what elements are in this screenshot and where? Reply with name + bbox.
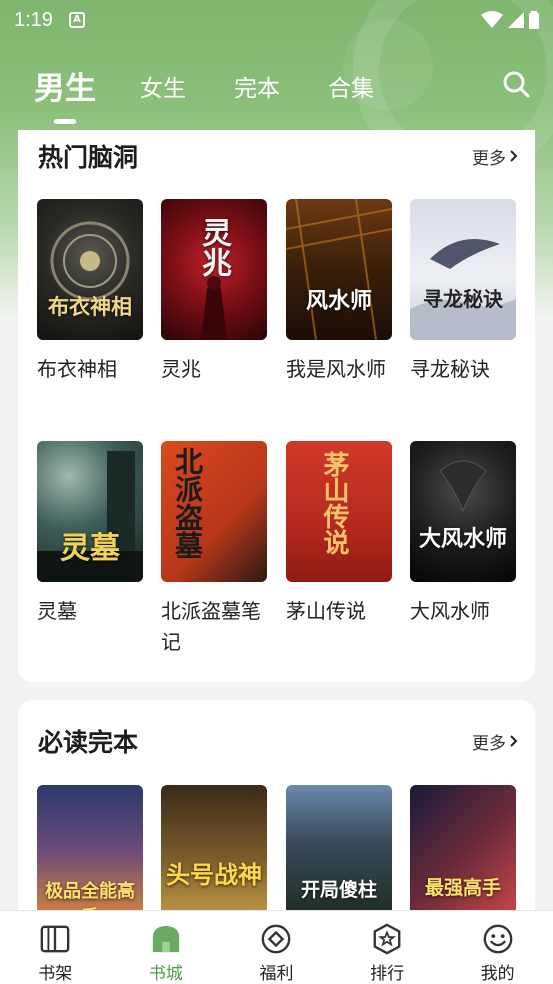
cover-text: 头号战神	[166, 860, 262, 889]
cover-art	[410, 239, 516, 340]
cover-text: 灵墓	[60, 531, 120, 566]
wifi-icon	[481, 11, 503, 28]
nav-bookshelf[interactable]: 书架	[0, 911, 111, 984]
book-item[interactable]: 北派盗墓 北派盗墓笔记	[161, 441, 269, 658]
nav-bookstore[interactable]: 书城	[111, 911, 222, 984]
cover-art	[439, 460, 487, 513]
nav-label: 书架	[38, 964, 73, 984]
status-bar: 1:19 A	[0, 0, 553, 40]
book-item[interactable]: 最强高手	[410, 785, 518, 926]
cover-text: 灵兆	[196, 217, 231, 277]
book-item[interactable]: 灵兆 灵兆	[161, 199, 269, 385]
book-cover: 开局傻柱	[286, 785, 392, 926]
cover-text: 茅山传说	[319, 451, 349, 555]
section-header: 热门脑洞 更多	[38, 136, 519, 176]
book-item[interactable]: 灵墓 灵墓	[37, 441, 145, 627]
tab-collections[interactable]: 合集	[328, 55, 374, 103]
tab-label: 女生	[140, 76, 186, 102]
cover-art	[286, 199, 392, 340]
book-open-icon	[40, 925, 70, 953]
search-icon[interactable]	[501, 69, 531, 99]
book-cover: 头号战神	[161, 785, 267, 926]
book-cover: 灵墓	[37, 441, 143, 582]
section-title: 热门脑洞	[38, 143, 139, 172]
signal-icon	[508, 12, 524, 28]
active-tab-indicator	[54, 119, 76, 124]
book-cover: 茅山传说	[286, 441, 392, 582]
book-item[interactable]: 布衣神相 布衣神相	[37, 199, 145, 385]
nav-ranking[interactable]: 排行	[332, 911, 443, 984]
tab-label: 完本	[234, 76, 280, 102]
nav-label: 排行	[370, 964, 405, 984]
cover-text: 寻龙秘诀	[423, 287, 503, 311]
book-cover: 寻龙秘诀	[410, 199, 516, 340]
cover-text: 北派盗墓	[171, 447, 204, 559]
cover-text: 风水师	[305, 288, 372, 314]
book-item[interactable]: 茅山传说 茅山传说	[286, 441, 394, 627]
section-title: 必读完本	[38, 728, 139, 757]
battery-icon	[529, 11, 539, 29]
bottom-navigation: 书架 书城 福利 排行 我的	[0, 910, 553, 984]
tab-label: 合集	[328, 76, 374, 102]
more-label: 更多	[472, 733, 506, 754]
book-item[interactable]: 头号战神	[161, 785, 269, 926]
tab-female[interactable]: 女生	[140, 55, 186, 103]
book-cover: 北派盗墓	[161, 441, 267, 582]
book-title: 寻龙秘诀	[410, 357, 490, 381]
book-title: 大风水师	[410, 599, 490, 623]
chevron-right-icon	[510, 735, 518, 747]
book-title: 北派盗墓笔记	[161, 599, 261, 654]
smiley-icon	[483, 924, 513, 954]
cover-text: 布衣神相	[48, 294, 132, 319]
book-cover: 灵兆	[161, 199, 267, 340]
book-cover: 大风水师	[410, 441, 516, 582]
book-item[interactable]: 极品全能高手	[37, 785, 145, 926]
book-title: 灵墓	[37, 599, 77, 623]
status-time: 1:19	[14, 8, 53, 31]
gift-diamond-icon	[262, 924, 291, 954]
tab-label: 男生	[34, 71, 96, 107]
cover-text: 最强高手	[424, 877, 501, 899]
book-title: 灵兆	[161, 357, 201, 381]
tab-completed[interactable]: 完本	[234, 55, 280, 103]
star-badge-icon	[373, 923, 401, 955]
book-cover: 极品全能高手	[37, 785, 143, 926]
book-title: 布衣神相	[37, 357, 117, 381]
book-cover: 风水师	[286, 199, 392, 340]
book-item[interactable]: 大风水师 大风水师	[410, 441, 518, 627]
nav-label: 福利	[259, 964, 294, 984]
category-tabs: 男生 女生 完本 合集	[0, 55, 553, 125]
cover-text: 开局傻柱	[300, 879, 377, 901]
book-item[interactable]: 开局傻柱	[286, 785, 394, 926]
chevron-right-icon	[510, 150, 518, 162]
nav-welfare[interactable]: 福利	[221, 911, 332, 984]
more-label: 更多	[472, 148, 506, 169]
home-icon	[152, 925, 180, 953]
book-cover: 最强高手	[410, 785, 516, 926]
cover-text: 大风水师	[418, 526, 507, 552]
nav-label: 我的	[480, 964, 515, 984]
book-cover: 布衣神相	[37, 199, 143, 340]
book-item[interactable]: 寻龙秘诀 寻龙秘诀	[410, 199, 518, 385]
book-title: 我是风水师	[286, 357, 386, 381]
nav-profile[interactable]: 我的	[442, 911, 553, 984]
more-link[interactable]: 更多	[472, 144, 519, 169]
book-item[interactable]: 风水师 我是风水师	[286, 199, 394, 385]
more-link[interactable]: 更多	[472, 729, 519, 754]
nav-label: 书城	[148, 964, 183, 984]
tab-male[interactable]: 男生	[34, 55, 96, 124]
notification-icon: A	[68, 12, 85, 28]
book-title: 茅山传说	[286, 599, 366, 623]
hot-section-card: 热门脑洞 更多 布衣神相 布衣神相 灵兆 灵兆 风水师 我是风水师 寻龙秘诀 寻…	[18, 130, 535, 682]
section-header: 必读完本 更多	[38, 721, 519, 761]
